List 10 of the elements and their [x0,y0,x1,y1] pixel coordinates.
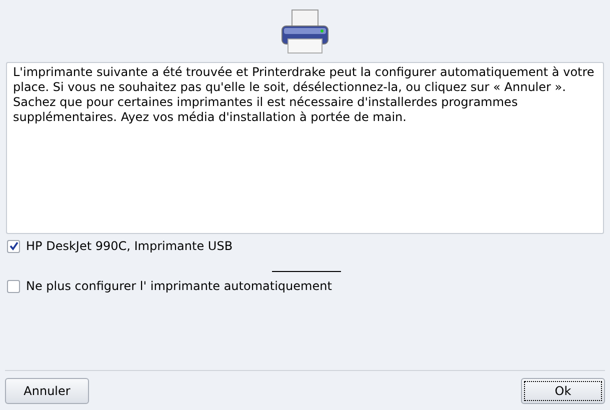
ok-button[interactable]: Ok [521,378,605,404]
message-paragraph: L'imprimante suivante a été trouvée et Printerdrake peut la configurer automatiquement à votre place. Si vous ne souhaitez pas qu'elle le soit, désélectionnez-la, ou cliquez sur « Annuler ». [13,65,596,95]
checkbox[interactable] [7,280,20,292]
checkmark-icon [8,241,18,251]
checkbox-label: Ne plus configurer l' imprimante automatiquement [26,278,332,295]
cancel-button[interactable]: Annuler [5,378,89,404]
message-paragraph: Sachez que pour certaines imprimantes il est nécessaire d'installerdes programmes supplémentaires. Ayez vos média d'installation à portée de main. [13,95,519,125]
checkbox[interactable] [7,240,20,252]
printer-icon [280,9,330,55]
checkbox-label: HP DeskJet 990C, Imprimante USB [26,238,233,255]
